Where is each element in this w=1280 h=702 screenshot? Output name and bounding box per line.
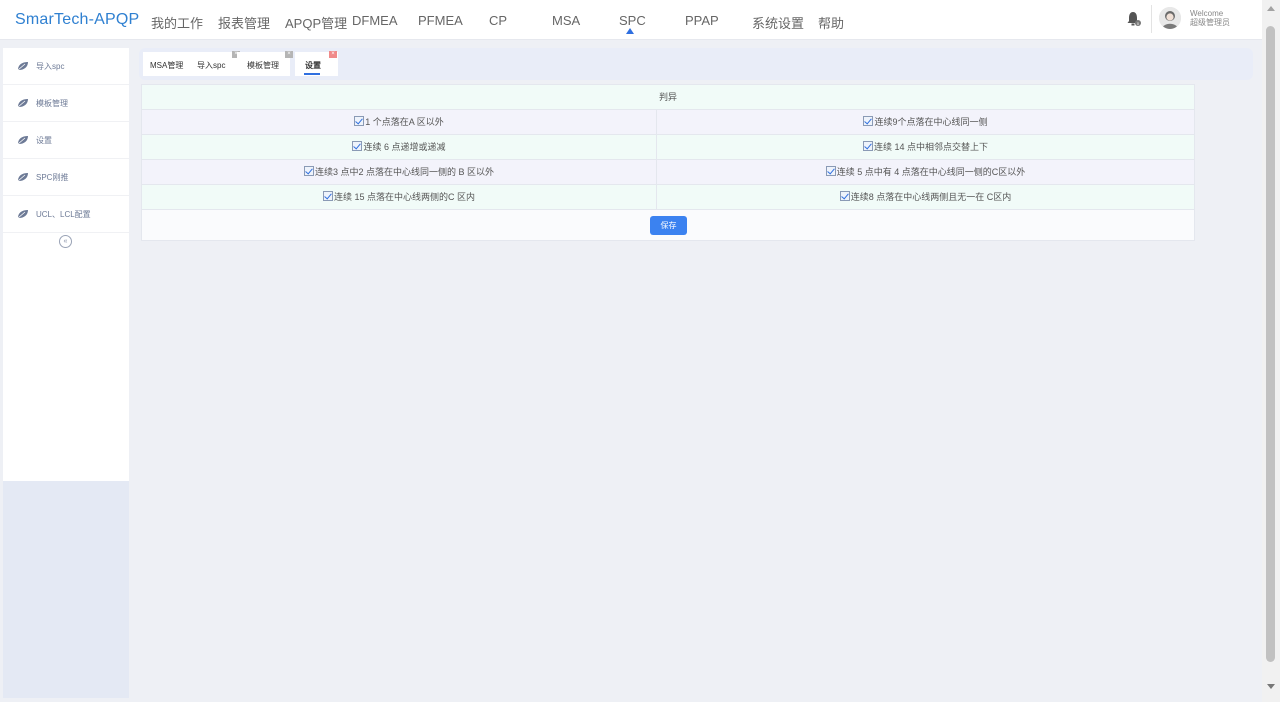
rule-cell[interactable]: 连续 15 点落在中心线两侧的C 区内: [142, 185, 657, 209]
sidebar-footer-area: [3, 481, 129, 698]
rule-cell[interactable]: 连续9个点落在中心线同一侧: [657, 110, 1194, 134]
nav-ppap[interactable]: PPAP: [685, 13, 719, 28]
sidebar-item-label: 设置: [36, 136, 52, 145]
nav-spc[interactable]: SPC: [619, 13, 646, 28]
rule-cell[interactable]: 连续3 点中2 点落在中心线同一侧的 B 区以外: [142, 160, 657, 184]
checkbox-checked[interactable]: [825, 166, 836, 176]
rule-label: 连续 5 点中有 4 点落在中心线同一侧的C区以外: [836, 167, 1026, 177]
sidebar-item-settings[interactable]: 设置: [3, 122, 129, 159]
page-scrollbar[interactable]: [1262, 0, 1280, 702]
checkbox-checked[interactable]: [863, 116, 874, 126]
scroll-up-icon[interactable]: [1267, 6, 1275, 11]
rule-label: 连续 6 点递增或递减: [363, 142, 446, 152]
sidebar-item-label: SPC刚推: [36, 173, 69, 182]
leaf-icon: [17, 99, 28, 108]
leaf-icon: [17, 173, 28, 182]
table-row: 1 个点落在A 区以外 连续9个点落在中心线同一侧: [142, 110, 1194, 135]
rule-cell[interactable]: 连续 5 点中有 4 点落在中心线同一侧的C区以外: [657, 160, 1194, 184]
nav-system-settings[interactable]: 系统设置: [752, 13, 804, 32]
leaf-icon: [17, 210, 28, 219]
sidebar-item-template-management[interactable]: 模板管理: [3, 85, 129, 122]
leaf-icon: [17, 62, 28, 71]
tab-import-spc[interactable]: 导入spc ×: [191, 51, 240, 76]
avatar[interactable]: [1159, 7, 1181, 29]
rule-cell[interactable]: 连续 14 点中相邻点交替上下: [657, 135, 1194, 159]
rule-label: 连续9个点落在中心线同一侧: [874, 117, 988, 127]
nav-msa[interactable]: MSA: [552, 13, 580, 28]
checkbox-checked[interactable]: [354, 116, 365, 126]
rule-label: 连续3 点中2 点落在中心线同一侧的 B 区以外: [314, 167, 495, 177]
app-logo[interactable]: SmarTech-APQP: [15, 11, 139, 29]
sidebar: 导入spc 模板管理 设置 SPC刚推 UCL、LCL配置 «: [3, 48, 129, 698]
tab-label: 设置: [305, 61, 321, 70]
rule-cell[interactable]: 连续8 点落在中心线两侧且无一在 C区内: [657, 185, 1194, 209]
top-header: SmarTech-APQP 我的工作 报表管理 APQP管理 DFMEA PFM…: [0, 0, 1262, 40]
rule-label: 连续8 点落在中心线两侧且无一在 C区内: [850, 192, 1012, 202]
tab-msa-management[interactable]: MSA管理: [143, 52, 191, 76]
table-row: 连续 15 点落在中心线两侧的C 区内 连续8 点落在中心线两侧且无一在 C区内: [142, 185, 1194, 210]
sidebar-item-label: 模板管理: [36, 99, 68, 108]
active-nav-indicator: [626, 28, 634, 34]
welcome-text: Welcome: [1190, 9, 1224, 18]
rules-panel: 判异 1 个点落在A 区以外 连续9个点落在中心线同一侧 连续 6 点递增或递减…: [141, 84, 1195, 241]
nav-pfmea[interactable]: PFMEA: [418, 13, 463, 28]
sidebar-item-ucl-lcl-config[interactable]: UCL、LCL配置: [3, 196, 129, 233]
table-row: 连续 6 点递增或递减 连续 14 点中相邻点交替上下: [142, 135, 1194, 160]
close-icon[interactable]: ×: [329, 51, 337, 58]
checkbox-checked[interactable]: [839, 191, 850, 201]
sidebar-item-label: UCL、LCL配置: [36, 210, 91, 219]
close-icon[interactable]: ×: [285, 51, 293, 58]
tab-template-management[interactable]: 模板管理 ×: [237, 51, 293, 76]
nav-apqp[interactable]: APQP管理: [285, 13, 347, 32]
nav-help[interactable]: 帮助: [818, 13, 844, 32]
checkbox-checked[interactable]: [322, 191, 333, 201]
user-info[interactable]: Welcome 超级管理员: [1190, 9, 1230, 27]
checkbox-checked[interactable]: [303, 166, 314, 176]
rule-cell[interactable]: 连续 6 点递增或递减: [142, 135, 657, 159]
rule-label: 连续 14 点中相邻点交替上下: [873, 142, 988, 152]
active-tab-underline: [304, 73, 320, 75]
tab-label: 导入spc: [197, 61, 226, 70]
leaf-icon: [17, 136, 28, 145]
user-role: 超级管理员: [1190, 18, 1230, 27]
tab-label: MSA管理: [150, 61, 184, 70]
bell-icon[interactable]: 0: [1126, 10, 1142, 28]
scrollbar-thumb[interactable]: [1266, 26, 1275, 662]
sidebar-item-spc-push[interactable]: SPC刚推: [3, 159, 129, 196]
nav-cp[interactable]: CP: [489, 13, 507, 28]
checkbox-checked[interactable]: [352, 141, 363, 151]
checkbox-checked[interactable]: [862, 141, 873, 151]
nav-my-work[interactable]: 我的工作: [151, 13, 203, 32]
tab-label: 模板管理: [247, 61, 279, 70]
rule-label: 1 个点落在A 区以外: [365, 117, 444, 127]
nav-dfmea[interactable]: DFMEA: [352, 13, 398, 28]
sidebar-item-label: 导入spc: [36, 62, 65, 71]
tabs-bar: MSA管理 导入spc × 模板管理 × 设置 ×: [139, 48, 1253, 80]
sidebar-item-import-spc[interactable]: 导入spc: [3, 48, 129, 85]
scroll-down-icon[interactable]: [1267, 684, 1275, 689]
nav-reports[interactable]: 报表管理: [218, 13, 270, 32]
rule-cell[interactable]: 1 个点落在A 区以外: [142, 110, 657, 134]
sidebar-collapse-button[interactable]: «: [59, 235, 72, 248]
header-divider: [1151, 5, 1152, 33]
save-button[interactable]: 保存: [650, 216, 687, 235]
table-row: 连续3 点中2 点落在中心线同一侧的 B 区以外 连续 5 点中有 4 点落在中…: [142, 160, 1194, 185]
tab-settings[interactable]: 设置 ×: [295, 51, 338, 76]
rule-label: 连续 15 点落在中心线两侧的C 区内: [333, 192, 475, 202]
panel-title: 判异: [658, 92, 677, 102]
panel-header-row: 判异: [142, 85, 1194, 110]
